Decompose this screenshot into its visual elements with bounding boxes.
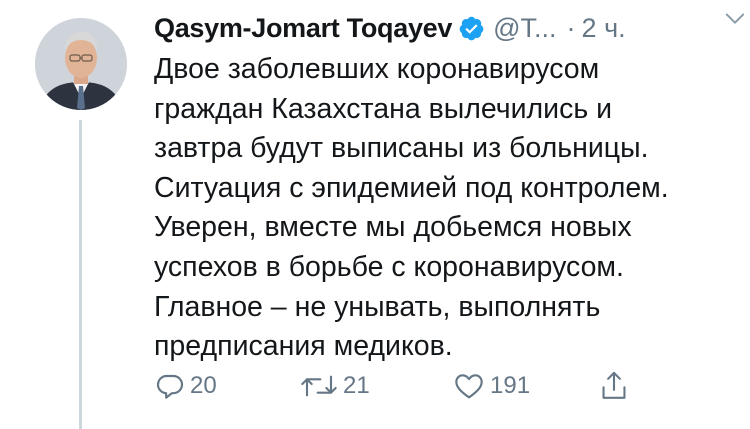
author-handle[interactable]: @T...: [493, 13, 556, 44]
like-count: 191: [490, 372, 531, 399]
chevron-down-icon[interactable]: [724, 8, 746, 30]
share-icon: [602, 371, 626, 399]
tweet-text-line: завтра будут выписаны из больницы.: [154, 132, 649, 165]
author-name[interactable]: Qasym-Jomart Toqayev: [154, 13, 452, 44]
verified-badge-icon: [459, 16, 484, 40]
tweet-text: Двое заболевших коронавирусом граждан Ка…: [154, 50, 724, 367]
share-button[interactable]: [598, 368, 630, 404]
tweet-text-line: успехов в борьбе с коронавирусом.: [154, 250, 624, 283]
tweet[interactable]: Qasym-Jomart Toqayev @T... · 2 ч. Двое з…: [0, 0, 750, 429]
heart-icon: [455, 374, 483, 399]
reply-icon: [156, 374, 184, 399]
tweet-header: Qasym-Jomart Toqayev @T... · 2 ч.: [154, 8, 730, 48]
tweet-text-line: граждан Казахстана вылечились и: [154, 92, 613, 125]
like-button[interactable]: 191: [452, 368, 530, 404]
retweet-icon: [301, 375, 337, 397]
avatar-photo: [35, 18, 127, 110]
tweet-text-line: Главное – не унывать, выполнять: [154, 290, 601, 323]
tweet-text-line: Уверен, вместе мы добьемся новых: [154, 211, 632, 244]
reply-button[interactable]: 20: [154, 368, 217, 404]
tweet-text-line: Ситуация с эпидемией под контролем.: [154, 171, 669, 204]
retweet-count: 21: [343, 372, 370, 399]
thread-line: [79, 120, 82, 429]
header-separator: ·: [566, 12, 576, 43]
retweet-button[interactable]: 21: [299, 368, 370, 404]
tweet-actions: 20 21 191: [154, 368, 654, 404]
reply-count: 20: [190, 372, 217, 399]
avatar[interactable]: [35, 18, 127, 110]
tweet-text-line: предписания медиков.: [154, 330, 453, 363]
tweet-text-line: Двое заболевших коронавирусом: [154, 53, 600, 85]
tweet-timestamp[interactable]: 2 ч.: [582, 13, 626, 44]
